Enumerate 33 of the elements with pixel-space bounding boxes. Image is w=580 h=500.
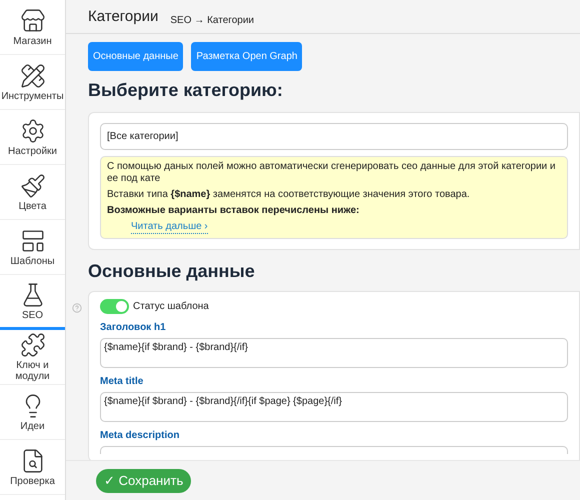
note-text: Вставки типа {$name} заменятся на соответствующие значения этого товара. bbox=[107, 188, 471, 200]
text-area[interactable]: {$name}{if $brand} - {$brand}{/if}{if $page} {$page}{/if} bbox=[100, 392, 568, 422]
toggle-switch[interactable] bbox=[100, 298, 129, 314]
sidebar-item[interactable]: SEO bbox=[0, 275, 65, 330]
section-heading: Основные данные bbox=[87, 260, 256, 283]
text-area[interactable] bbox=[100, 446, 568, 454]
layout-icon bbox=[20, 228, 46, 254]
pencil-ruler-icon bbox=[20, 62, 46, 88]
storefront-icon bbox=[20, 8, 46, 34]
field-label: Заголовок h1 bbox=[100, 320, 167, 334]
sidebar-item[interactable]: Магазин bbox=[0, 0, 65, 55]
sidebar-item[interactable]: Настройки bbox=[0, 110, 65, 165]
page-title: Категории bbox=[88, 7, 158, 27]
settings-icon bbox=[20, 118, 46, 144]
puzzle-icon bbox=[20, 332, 46, 358]
note-text: С помощью даных полей можно автоматически сгенерировать сео данные для этой категории и ее под кате bbox=[107, 160, 557, 184]
field-label: Meta description bbox=[100, 428, 180, 442]
sidebar-item[interactable]: Инструменты bbox=[0, 55, 65, 110]
sidebar-item[interactable]: Цвета bbox=[0, 165, 65, 220]
toggle-label: Статус шаблона bbox=[133, 300, 209, 314]
category-select[interactable]: [Все категории] bbox=[100, 122, 568, 150]
breadcrumb: SEO → Категории bbox=[170, 14, 254, 28]
sidebar-item[interactable]: Идеи bbox=[0, 385, 65, 440]
text-area[interactable]: {$name}{if $brand} - {$brand}{/if} bbox=[100, 338, 568, 368]
sidebar-item[interactable]: Ключ и модули bbox=[0, 330, 65, 385]
note-text: Возможные варианты вставок перечислены ниже: bbox=[107, 204, 360, 216]
read-more-link[interactable]: Читать дальше › bbox=[131, 220, 208, 234]
help-icon[interactable] bbox=[72, 302, 82, 312]
paintbrush-icon bbox=[20, 172, 46, 198]
sidebar-item[interactable]: Проверка bbox=[0, 440, 65, 495]
sidebar-item[interactable]: Шаблоны bbox=[0, 220, 65, 275]
section-heading: Выберите категорию: bbox=[87, 78, 284, 102]
field-label: Meta title bbox=[100, 374, 144, 388]
